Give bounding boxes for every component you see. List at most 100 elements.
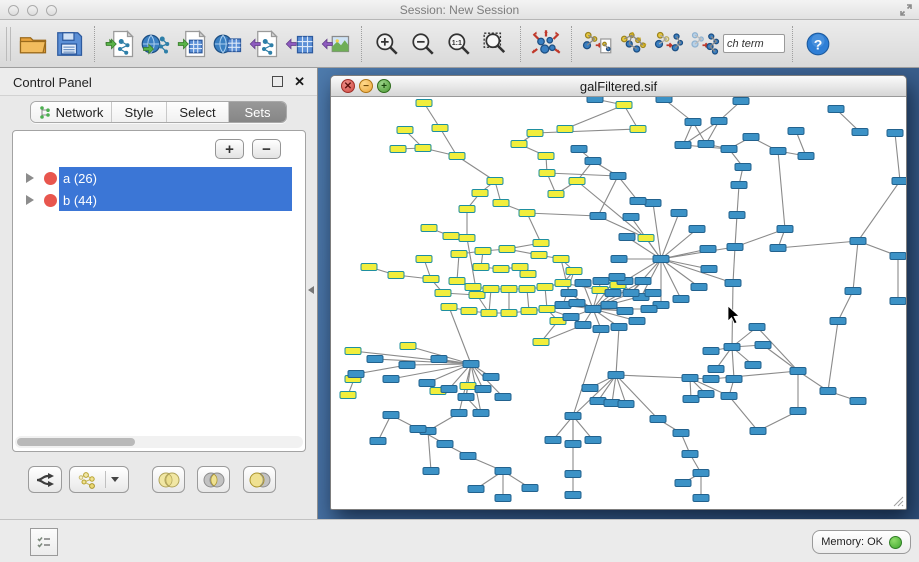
graph-node-blue xyxy=(650,416,666,423)
graph-node-blue xyxy=(735,164,751,171)
graph-node-blue xyxy=(685,119,701,126)
task-history-button[interactable] xyxy=(30,528,58,556)
network-canvas[interactable] xyxy=(331,97,906,509)
new-network-from-selection-icon xyxy=(582,29,612,59)
yellow-network-icon xyxy=(78,471,100,489)
search-input[interactable] xyxy=(723,34,785,53)
graph-node-blue xyxy=(635,278,651,285)
split-arrows-icon xyxy=(35,471,55,489)
expander-triangle-icon[interactable] xyxy=(26,195,34,205)
graph-node-blue xyxy=(703,376,719,383)
chevron-down-icon[interactable] xyxy=(111,477,119,482)
graph-node-blue xyxy=(820,388,836,395)
graph-node-blue xyxy=(575,280,591,287)
toolbar-separator xyxy=(571,26,572,62)
tab-network[interactable]: Network xyxy=(31,102,112,122)
set-row[interactable]: b (44) xyxy=(14,189,304,211)
zoom-actual-size-button[interactable]: 1:1 xyxy=(441,24,477,64)
help-button[interactable]: ? xyxy=(800,24,836,64)
graph-node-yellow xyxy=(557,126,573,133)
split-sets-button[interactable] xyxy=(28,466,62,493)
difference-button[interactable] xyxy=(243,466,276,493)
intersection-button[interactable] xyxy=(197,466,230,493)
tab-sets[interactable]: Sets xyxy=(229,102,286,122)
import-table-web-icon xyxy=(213,29,243,59)
panel-collapse-arrow[interactable] xyxy=(308,286,314,294)
graph-node-blue xyxy=(777,226,793,233)
graph-node-yellow xyxy=(397,127,413,134)
graph-node-blue xyxy=(721,393,737,400)
graph-node-blue xyxy=(473,410,489,417)
toolbar-drag-handle[interactable] xyxy=(6,27,11,61)
memory-status-button[interactable]: Memory: OK xyxy=(812,530,911,554)
graph-node-blue xyxy=(423,468,439,475)
create-set-from-network-button[interactable] xyxy=(69,466,129,493)
graph-node-blue xyxy=(724,344,740,351)
import-table-web-button[interactable] xyxy=(210,24,246,64)
zoom-in-button[interactable] xyxy=(369,24,405,64)
graph-node-yellow xyxy=(538,153,554,160)
save-session-button[interactable] xyxy=(51,24,87,64)
add-set-button[interactable]: + xyxy=(215,139,244,159)
cytoscape-window: Session: New Session xyxy=(0,0,919,562)
graph-node-yellow xyxy=(483,286,499,293)
network-frame-title: galFiltered.sif xyxy=(331,79,906,94)
expander-triangle-icon[interactable] xyxy=(26,173,34,183)
network-frame-titlebar[interactable]: ✕ − + galFiltered.sif xyxy=(331,76,906,97)
first-neighbors-button[interactable] xyxy=(651,24,687,64)
graph-node-blue xyxy=(890,253,906,260)
graph-node-yellow xyxy=(616,102,632,109)
graph-node-blue xyxy=(565,471,581,478)
tab-style[interactable]: Style xyxy=(112,102,167,122)
export-table-button[interactable] xyxy=(282,24,318,64)
import-network-file-button[interactable] xyxy=(102,24,138,64)
network-graph[interactable] xyxy=(331,97,906,509)
graph-node-blue xyxy=(850,238,866,245)
close-panel-button[interactable]: ✕ xyxy=(294,74,305,90)
scrollbar-thumb[interactable] xyxy=(17,438,135,446)
graph-node-blue xyxy=(845,288,861,295)
graph-node-blue xyxy=(790,368,806,375)
network-tree-icon xyxy=(39,106,51,119)
graph-node-blue xyxy=(585,158,601,165)
graph-node-yellow xyxy=(501,286,517,293)
tab-select[interactable]: Select xyxy=(167,102,229,122)
graph-node-yellow xyxy=(512,264,528,271)
export-network-button[interactable] xyxy=(246,24,282,64)
import-table-file-button[interactable] xyxy=(174,24,210,64)
graph-node-blue xyxy=(790,408,806,415)
export-image-button[interactable] xyxy=(318,24,354,64)
graph-node-blue xyxy=(830,318,846,325)
first-neighbors-icon xyxy=(654,29,684,59)
select-from-network-button[interactable] xyxy=(615,24,651,64)
apply-layout-button[interactable] xyxy=(528,24,564,64)
new-network-from-selection-button[interactable] xyxy=(579,24,615,64)
set-row[interactable]: a (26) xyxy=(14,167,304,189)
network-frame[interactable]: ✕ − + galFiltered.sif xyxy=(330,75,907,510)
expand-icon[interactable] xyxy=(899,3,913,17)
graph-node-yellow xyxy=(340,392,356,399)
remove-set-button[interactable]: − xyxy=(252,139,281,159)
horizontal-scrollbar[interactable] xyxy=(15,436,303,448)
sets-panel: + − a (26)b (44) xyxy=(12,130,306,452)
graph-node-blue xyxy=(383,412,399,419)
graph-node-blue xyxy=(419,380,435,387)
open-session-button[interactable] xyxy=(15,24,51,64)
graph-node-blue xyxy=(689,226,705,233)
expand-selection-button[interactable] xyxy=(687,24,723,64)
zoom-out-button[interactable] xyxy=(405,24,441,64)
float-panel-button[interactable] xyxy=(272,76,283,87)
import-network-web-button[interactable] xyxy=(138,24,174,64)
graph-node-blue xyxy=(495,468,511,475)
set-dot-icon xyxy=(44,194,57,207)
export-table-icon xyxy=(285,29,315,59)
graph-node-blue xyxy=(656,97,672,103)
help-icon: ? xyxy=(805,31,831,57)
graph-node-blue xyxy=(618,401,634,408)
resize-grip[interactable] xyxy=(890,493,904,507)
graph-node-blue xyxy=(468,486,484,493)
zoom-fit-selected-button[interactable] xyxy=(477,24,513,64)
graph-node-blue xyxy=(593,278,609,285)
graph-node-blue xyxy=(755,342,771,349)
union-button[interactable] xyxy=(152,466,185,493)
